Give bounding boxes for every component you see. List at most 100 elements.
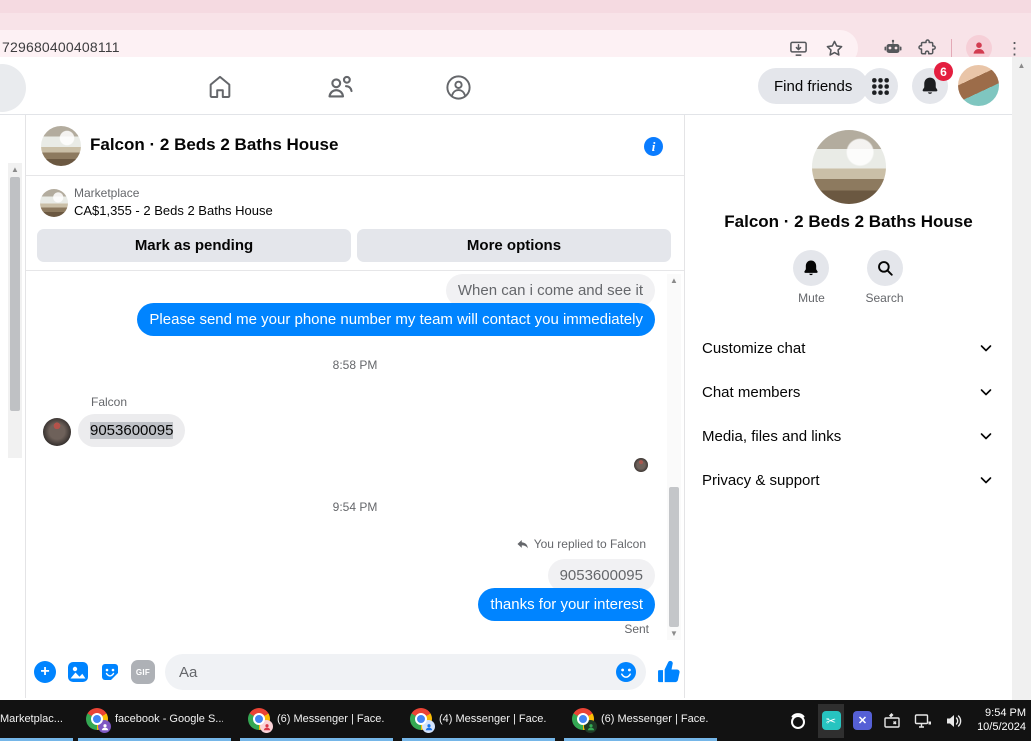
chrome-icon [86,708,111,733]
more-options-button[interactable]: More options [357,229,671,262]
search-icon [877,261,893,276]
robot-extension-icon[interactable] [883,38,903,58]
browser-tabstrip [0,0,1031,13]
sent-status: Sent [624,622,649,636]
reply-arrow-icon [517,539,528,548]
taskbar-clock[interactable]: 9:54 PM 10/5/2024 [977,706,1026,734]
timestamp: 9:54 PM [332,500,378,514]
bookmark-star-icon[interactable] [824,38,844,58]
marketplace-banner: Marketplace CA$1,355 - 2 Beds 2 Baths Ho… [26,176,684,271]
chevron-down-icon [980,477,992,484]
scroll-up-arrow-icon[interactable]: ▲ [8,163,22,176]
sender-name: Falcon [91,395,128,409]
mute-label: Mute [798,291,825,305]
selected-text: 9053600095 [90,422,174,439]
notifications-button[interactable]: 6 [912,62,953,104]
volume-icon[interactable] [943,710,965,732]
facebook-nav: Find friends 6 [0,57,1031,115]
page-scrollbar[interactable]: ▲ [1012,57,1031,700]
chat-title: Falcon · 2 Beds 2 Baths House [90,135,339,154]
incoming-message-bubble: 9053600095 [78,414,186,447]
photo-icon[interactable] [66,660,90,684]
sticker-icon[interactable] [98,660,122,684]
marketplace-label: Marketplace [74,186,140,200]
listing-title: CA$1,355 - 2 Beds 2 Baths House [74,203,273,218]
apps-menu-button[interactable] [862,68,898,104]
menu-privacy-support[interactable]: Privacy & support [685,458,1012,502]
conversation-sidebar: Falcon · 2 Beds 2 Baths House Mute Searc… [685,115,1012,700]
chrome-icon [572,708,597,733]
system-tray: ✂ ✕ [787,700,965,741]
message-list: When can i come and see it Please send m… [26,271,684,646]
install-icon[interactable] [788,38,808,58]
search-button[interactable]: Search [865,250,904,305]
menu-media-files-links[interactable]: Media, files and links [685,414,1012,458]
chat-header: Falcon · 2 Beds 2 Baths House i [26,115,684,176]
touch-keyboard-icon[interactable] [881,710,903,732]
bell-icon [804,260,819,276]
network-icon[interactable] [912,710,934,732]
toolbar-divider [951,39,952,57]
ring-app-icon[interactable] [787,710,809,732]
message-composer: + GIF [26,646,684,698]
messenger-home-partial-icon[interactable] [0,64,26,112]
outgoing-message-bubble: Please send me your phone number my team… [137,303,655,336]
message-scrollbar[interactable]: ▲ ▼ [667,274,681,640]
chevron-down-icon [980,433,992,440]
mark-as-pending-button[interactable]: Mark as pending [37,229,351,262]
conversation-list-scrollbar[interactable]: ▲ [8,163,22,458]
conversation-avatar[interactable] [812,130,886,204]
gif-icon[interactable]: GIF [131,660,155,684]
home-icon[interactable] [205,72,235,102]
chevron-down-icon [980,345,992,352]
search-label: Search [865,291,904,305]
screen: 729680400408111 ⋮ Find friends 6 ▲ ▲ Fal… [0,0,1031,741]
outgoing-message-bubble: thanks for your interest [478,588,655,621]
conversation-title: Falcon · 2 Beds 2 Baths House [724,212,973,231]
sidebar-menu: Customize chat Chat members Media, files… [685,326,1012,502]
apps-grid-icon [871,77,889,95]
browser-menu-icon[interactable]: ⋮ [1006,40,1023,57]
friends-icon[interactable] [325,72,355,102]
scroll-up-arrow-icon[interactable]: ▲ [1012,57,1031,73]
chat-column: Falcon · 2 Beds 2 Baths House i Marketpl… [25,115,685,698]
like-thumb-icon[interactable] [656,658,684,686]
scrollbar-thumb[interactable] [10,177,20,411]
sender-avatar[interactable] [43,418,71,446]
taskbar-item-messenger-4[interactable]: (4) Messenger | Face... [402,700,555,741]
groups-icon[interactable] [443,72,473,102]
notification-badge: 6 [934,62,953,81]
clock-time: 9:54 PM [985,707,1026,719]
url-text[interactable]: 729680400408111 [2,39,120,55]
extensions-puzzle-icon[interactable] [917,38,937,58]
seen-indicator-avatar [634,458,648,472]
windows-taskbar: Marketplac... facebook - Google S... (6)… [0,700,1031,741]
scrollbar-thumb[interactable] [669,487,679,627]
menu-chat-members[interactable]: Chat members [685,370,1012,414]
scroll-down-arrow-icon[interactable]: ▼ [667,627,681,640]
mute-button[interactable]: Mute [793,250,830,305]
taskbar-item-facebook-search[interactable]: facebook - Google S... [78,700,231,741]
attach-plus-icon[interactable]: + [34,661,56,683]
profile-avatar[interactable] [958,65,999,106]
message-input[interactable] [165,654,646,690]
reply-label-row: You replied to Falcon [516,537,646,551]
clock-date: 10/5/2024 [977,721,1026,733]
chevron-down-icon [980,389,992,396]
info-icon[interactable]: i [644,137,663,156]
chrome-icon [410,708,435,733]
taskbar-item-messenger-6b[interactable]: (6) Messenger | Face... [564,700,717,741]
scroll-up-arrow-icon[interactable]: ▲ [667,274,681,287]
menu-customize-chat[interactable]: Customize chat [685,326,1012,370]
listing-avatar[interactable] [40,189,68,217]
pinwheel-app-icon[interactable]: ✕ [853,711,872,730]
chrome-icon [248,708,273,733]
chat-avatar[interactable] [41,126,81,166]
taskbar-item-marketplace[interactable]: Marketplac... [0,700,73,741]
reply-label: You replied to Falcon [533,537,646,551]
find-friends-button[interactable]: Find friends [758,68,869,104]
snipping-tool-icon[interactable]: ✂ [818,703,844,738]
emoji-icon[interactable] [615,661,637,683]
browser-toolbar: 729680400408111 ⋮ [0,13,1031,66]
taskbar-item-messenger-6a[interactable]: (6) Messenger | Face... [240,700,393,741]
